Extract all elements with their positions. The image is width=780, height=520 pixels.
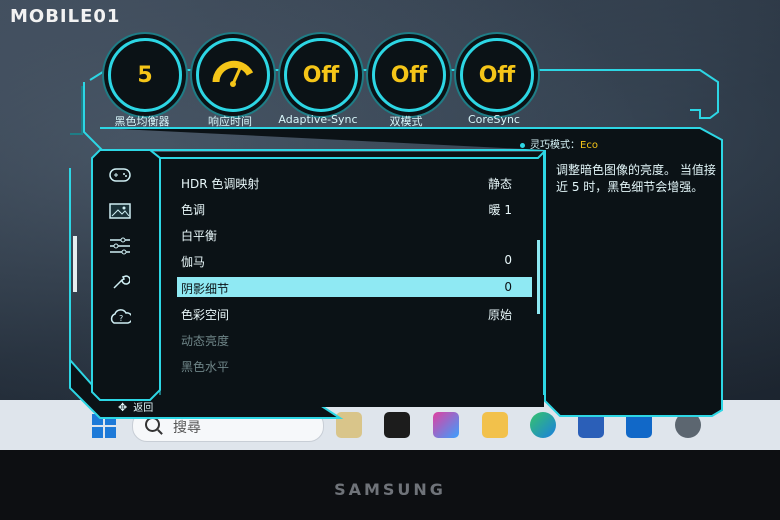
monitor-brand: SAMSUNG (334, 480, 446, 499)
sliders-icon[interactable] (109, 235, 131, 257)
menu-item-color-space[interactable]: 色彩空间 原始 (177, 303, 532, 323)
back-button[interactable]: ✥ 返回 (118, 399, 153, 414)
gauge-black-equalizer[interactable]: 5 (108, 38, 182, 112)
menu-item-hdr-tone-mapping[interactable]: HDR 色调映射 静态 (177, 172, 532, 192)
gauge-adaptive-sync[interactable]: Off (284, 38, 358, 112)
menu-item-white-balance[interactable]: 白平衡 (177, 224, 532, 244)
smart-mode-indicator: 灵巧模式：Eco (520, 136, 598, 151)
gauge-coresync[interactable]: Off (460, 38, 534, 112)
help-description: 调整暗色图像的亮度。 当值接近 5 时，黑色细节会增强。 (556, 163, 716, 194)
wrench-icon[interactable] (109, 270, 131, 292)
picture-icon[interactable] (109, 200, 131, 222)
gauge-dual-mode[interactable]: Off (372, 38, 446, 112)
gauge-response-time[interactable] (196, 38, 270, 112)
joystick-icon: ✥ (118, 401, 128, 414)
menu-item-shadow-detail[interactable]: 阴影细节 0 (177, 277, 532, 297)
gauge-label: CoreSync (468, 113, 520, 126)
svg-text:?: ? (119, 314, 123, 323)
speedometer-icon (212, 60, 254, 87)
gamepad-icon[interactable] (109, 164, 131, 186)
menu-scrollbar[interactable] (537, 240, 540, 314)
menu-item-gamma[interactable]: 伽马 0 (177, 250, 532, 270)
help-cloud-icon[interactable]: ? (109, 306, 131, 328)
menu-item-black-level: 黑色水平 (181, 360, 230, 374)
menu-item-dynamic-brightness: 动态亮度 (181, 334, 230, 348)
search-placeholder: 搜尋 (173, 420, 201, 436)
menu-item-color-tone[interactable]: 色调暖 1 (177, 198, 532, 218)
